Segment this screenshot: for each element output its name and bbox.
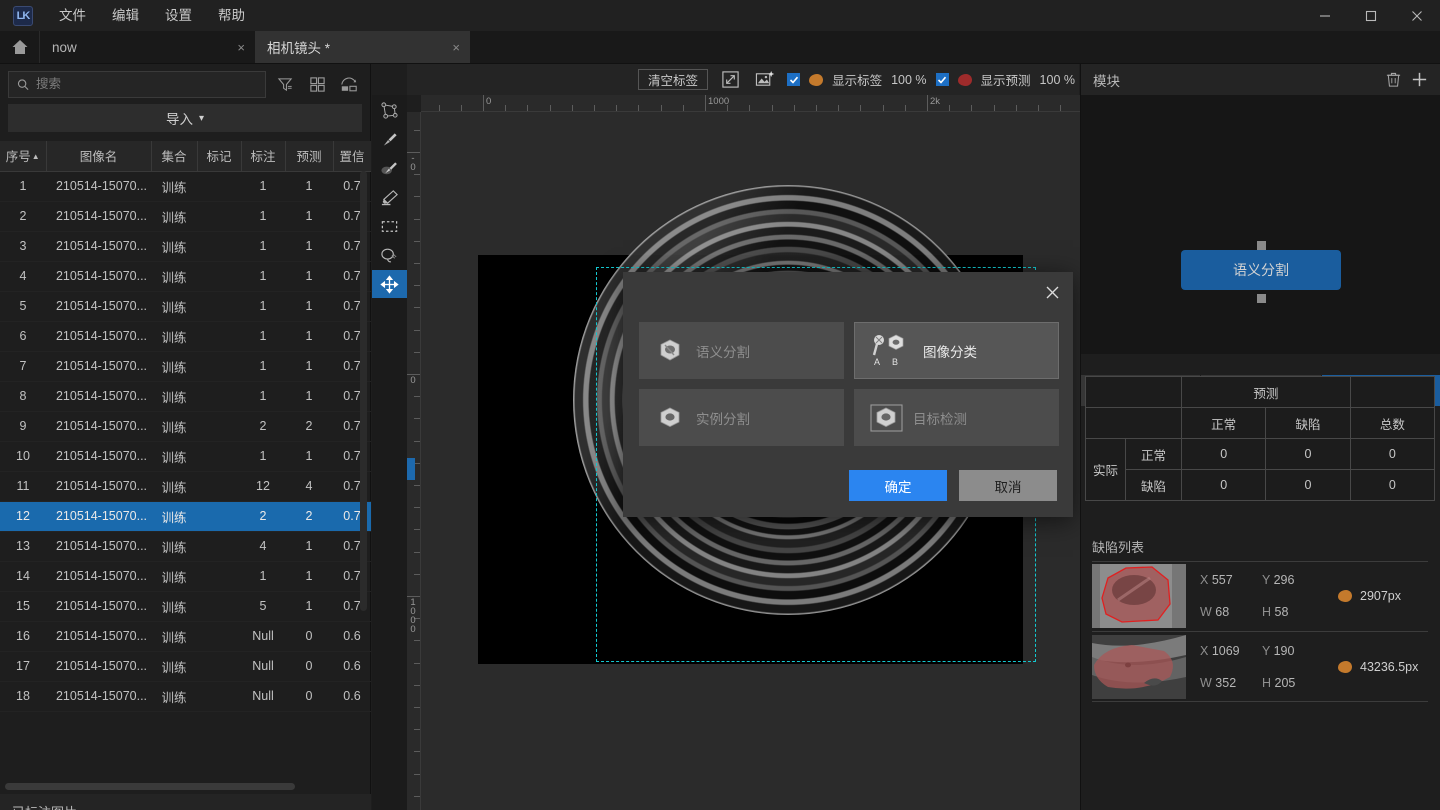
defect-thumb-image [1092, 564, 1186, 628]
y-key: Y [1262, 573, 1271, 587]
card-semantic-segmentation[interactable]: 语义分割 [639, 322, 844, 379]
defect-area: 2907px [1338, 589, 1401, 603]
y-key: Y [1262, 644, 1271, 658]
defect-coords: X 1069 Y 190 W 352 H 205 [1200, 641, 1324, 693]
matrix-row-label-normal: 正常 [1125, 438, 1182, 470]
matrix-cell-0-2: 0 [1349, 438, 1436, 470]
module-graph-canvas[interactable]: 语义分割 [1081, 95, 1440, 354]
x-key: X [1200, 573, 1209, 587]
blob-icon [1338, 590, 1352, 602]
confirm-button[interactable]: 确定 [849, 470, 947, 501]
w-value: 352 [1215, 676, 1237, 690]
matrix-corner-blank-2 [1085, 407, 1182, 439]
defect-y: Y 296 [1262, 570, 1324, 590]
defect-coords: X 557 Y 296 W 68 H 58 [1200, 570, 1324, 622]
x-key: X [1200, 644, 1209, 658]
matrix-cell-0-0: 0 [1180, 438, 1267, 470]
defect-area: 43236.5px [1338, 660, 1418, 674]
close-icon [1046, 286, 1058, 298]
dialog-actions: 确定 取消 [623, 470, 1073, 501]
matrix-col-defect: 缺陷 [1265, 407, 1351, 439]
defect-list-item[interactable]: X 557 Y 296 W 68 H 58 2907px [1092, 563, 1428, 629]
matrix-corner-blank [1085, 376, 1182, 408]
matrix-header-row: 预测 [1085, 376, 1436, 408]
object-detect-icon [870, 403, 903, 432]
matrix-col-total: 总数 [1349, 407, 1436, 439]
task-type-dialog: 语义分割 A B 图像分类 实例分割 目标检测 确定 取消 [623, 272, 1073, 517]
defect-list-item[interactable]: X 1069 Y 190 W 352 H 205 43236.5px [1092, 634, 1428, 700]
svg-text:A: A [874, 357, 880, 367]
plus-icon [1412, 72, 1426, 87]
graph-node-semantic-segmentation[interactable]: 语义分割 [1181, 250, 1341, 290]
svg-text:B: B [892, 357, 898, 367]
y-value: 190 [1273, 644, 1295, 658]
defect-w: W 68 [1200, 602, 1262, 622]
matrix-actual-header: 实际 [1085, 438, 1126, 501]
defect-thumbnail [1092, 564, 1186, 628]
matrix-cell-1-1: 0 [1265, 469, 1351, 501]
w-key: W [1200, 676, 1212, 690]
h-key: H [1262, 676, 1272, 690]
matrix-blank-topright [1349, 376, 1436, 408]
w-key: W [1200, 605, 1212, 619]
card-label: 目标检测 [913, 411, 967, 427]
w-value: 68 [1215, 605, 1230, 619]
h-value: 58 [1274, 605, 1289, 619]
x-value: 1069 [1211, 644, 1240, 658]
matrix-predicted-header: 预测 [1181, 376, 1351, 408]
h-key: H [1262, 605, 1272, 619]
module-panel-header: 模块 [1081, 64, 1440, 95]
defect-w: W 352 [1200, 673, 1262, 693]
node-output-port[interactable] [1257, 294, 1266, 303]
matrix-col-normal: 正常 [1180, 407, 1267, 439]
card-label: 实例分割 [696, 411, 750, 427]
task-type-cards: 语义分割 A B 图像分类 实例分割 目标检测 [639, 322, 1059, 446]
semantic-seg-icon [660, 339, 680, 360]
card-label: 图像分类 [923, 344, 977, 360]
y-value: 296 [1273, 573, 1295, 587]
graph-node-label: 语义分割 [1233, 262, 1289, 278]
trash-icon [1386, 72, 1400, 87]
matrix-cell-1-0: 0 [1180, 469, 1267, 501]
node-input-port[interactable] [1257, 241, 1266, 250]
defect-h: H 205 [1262, 673, 1324, 693]
defect-area-value: 2907px [1360, 589, 1402, 603]
matrix-subheader-row: 正常 缺陷 总数 [1085, 407, 1436, 439]
defect-thumbnail [1092, 635, 1186, 699]
instance-seg-icon [660, 407, 680, 427]
defect-y: Y 190 [1262, 641, 1324, 661]
module-panel-title: 模块 [1093, 73, 1120, 89]
confusion-matrix-table: 预测 正常 缺陷 总数 实际 正常 0 0 0 缺陷 0 0 0 [1085, 376, 1436, 501]
defect-x: X 557 [1200, 570, 1262, 590]
h-value: 205 [1274, 676, 1296, 690]
matrix-row-label-defect: 缺陷 [1125, 469, 1182, 501]
defect-h: H 58 [1262, 602, 1324, 622]
card-image-classification[interactable]: A B 图像分类 [854, 322, 1059, 379]
card-object-detection[interactable]: 目标检测 [854, 389, 1059, 446]
matrix-row-normal: 实际 正常 0 0 0 [1085, 438, 1436, 501]
defect-thumb-image [1092, 635, 1186, 699]
application-window: LK 文件 编辑 设置 帮助 now × 相机镜头 * × 搜索 导入 ▾ 序号… [0, 0, 1440, 810]
image-classify-icon: A B [872, 334, 904, 367]
matrix-cell-1-2: 0 [1349, 469, 1436, 501]
x-value: 557 [1211, 573, 1233, 587]
defect-x: X 1069 [1200, 641, 1262, 661]
defect-area-value: 43236.5px [1360, 660, 1419, 674]
blob-icon [1338, 661, 1352, 673]
card-instance-segmentation[interactable]: 实例分割 [639, 389, 844, 446]
add-module-button[interactable] [1406, 67, 1432, 93]
card-label: 语义分割 [696, 344, 750, 360]
matrix-cell-0-1: 0 [1265, 438, 1351, 470]
delete-module-button[interactable] [1380, 67, 1406, 93]
cancel-button[interactable]: 取消 [959, 470, 1057, 501]
dialog-close-button[interactable] [1041, 281, 1063, 303]
matrix-row-defect: 缺陷 0 0 0 [1086, 469, 1436, 501]
